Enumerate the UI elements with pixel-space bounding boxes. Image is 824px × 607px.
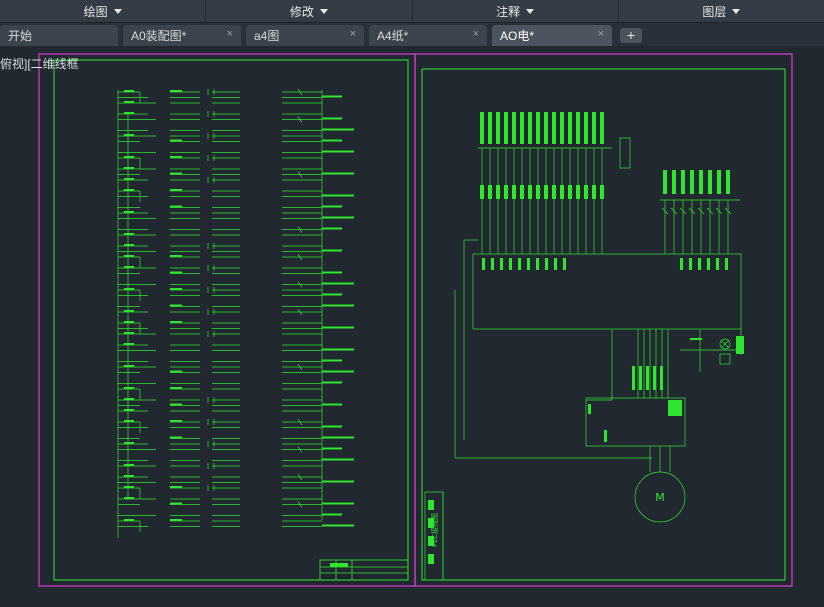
title-block (319, 559, 409, 581)
motor-label: M (655, 491, 665, 504)
ladder-diagram (117, 88, 354, 538)
left-drawing-sheet (38, 53, 416, 587)
drawing-canvas[interactable]: M PLC接线图 (0, 0, 824, 607)
right-drawing-sheet: M PLC接线图 (414, 53, 793, 587)
title-block-label: PLC接线图 (430, 513, 439, 547)
drawing-frame (53, 59, 409, 581)
view-label[interactable]: 俯视][二维线框 (0, 55, 79, 72)
drawing-frame (421, 68, 786, 581)
sheet-border (38, 53, 416, 587)
plc-wiring-diagram (424, 112, 744, 581)
